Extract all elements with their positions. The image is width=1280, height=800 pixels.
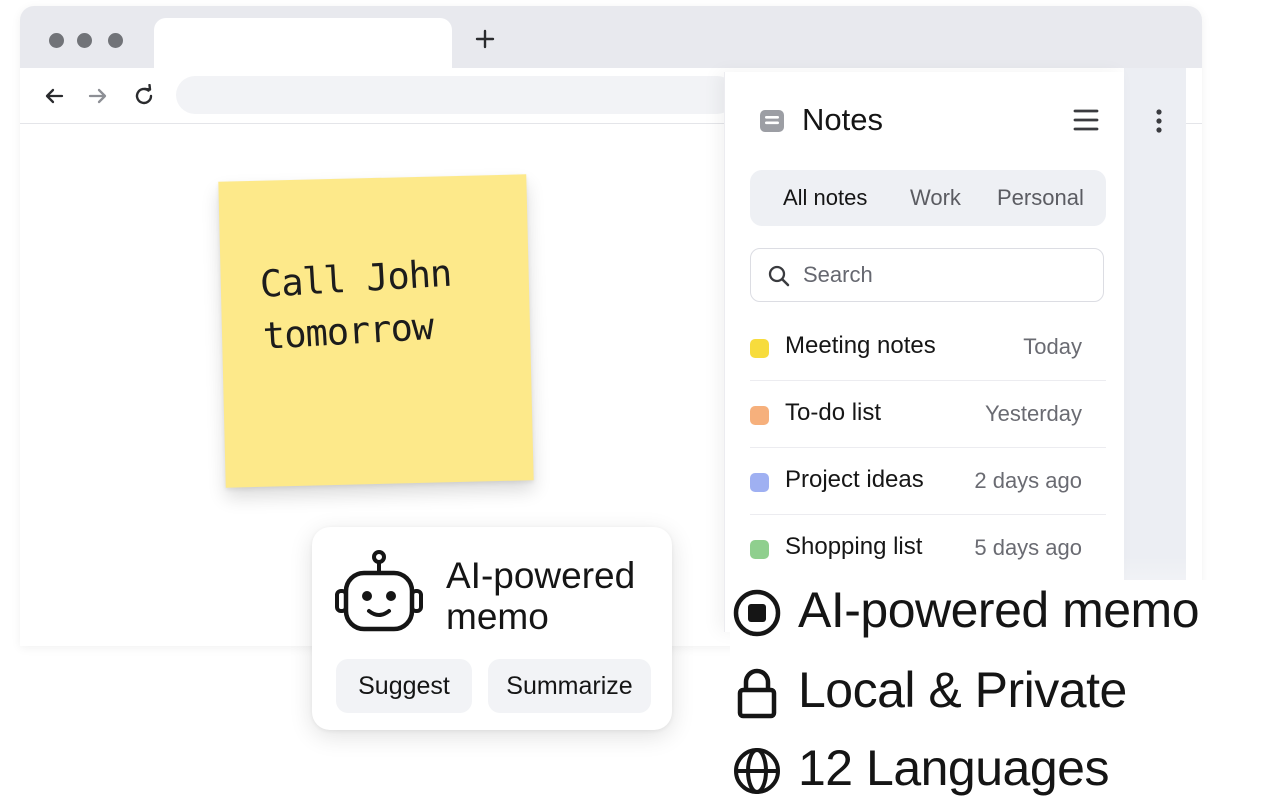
address-bar[interactable] <box>176 76 736 114</box>
note-date: Yesterday <box>984 401 1082 426</box>
tab-personal[interactable]: Personal <box>997 185 1084 211</box>
window-control-dot[interactable] <box>108 33 123 48</box>
forward-button[interactable] <box>84 82 112 110</box>
note-title: Shopping list <box>785 533 923 560</box>
ai-card-title: AI-powered memo <box>446 555 636 637</box>
search-icon <box>768 265 790 287</box>
feature-label: AI-powered memo <box>798 582 1200 638</box>
arrow-left-icon <box>45 88 64 104</box>
sticky-note-text[interactable]: Call John tomorrow <box>258 245 504 363</box>
tab-strip <box>20 6 1202 70</box>
kebab-menu-icon <box>1156 109 1162 133</box>
notes-list: Meeting notes Today To-do list Yesterday… <box>750 314 1106 582</box>
note-color-swatch <box>750 406 769 425</box>
globe-icon <box>734 748 780 794</box>
lock-icon <box>737 668 777 719</box>
window-control-dot[interactable] <box>77 33 92 48</box>
notes-filter-tabs: All notes Work Personal <box>750 170 1106 226</box>
feature-label: Local & Private <box>798 662 1127 718</box>
feature-item: 12 Languages <box>730 738 1270 798</box>
suggest-button[interactable]: Suggest <box>336 659 472 713</box>
browser-side-rail <box>1124 68 1186 646</box>
reload-button[interactable] <box>130 82 158 110</box>
tab-all-notes[interactable]: All notes <box>783 185 867 211</box>
note-title: Meeting notes <box>785 332 936 359</box>
note-date: Today <box>1023 334 1082 359</box>
note-item[interactable]: To-do list Yesterday <box>750 381 1106 448</box>
arrow-right-icon <box>88 88 107 104</box>
search-input[interactable] <box>803 259 1093 291</box>
notes-folder-icon <box>760 110 784 132</box>
reload-icon <box>135 84 153 105</box>
note-color-swatch <box>750 540 769 559</box>
window-control-dot[interactable] <box>49 33 64 48</box>
note-date: 5 days ago <box>974 535 1082 560</box>
feature-label: 12 Languages <box>798 740 1109 796</box>
note-item[interactable]: Meeting notes Today <box>750 314 1106 381</box>
note-color-swatch <box>750 339 769 358</box>
notes-side-panel: Notes All notes Work Personal Meeting no… <box>724 72 1124 632</box>
panel-header: Notes <box>725 98 1124 148</box>
new-tab-button[interactable] <box>470 24 500 54</box>
search-box <box>750 248 1104 302</box>
note-color-swatch <box>750 473 769 492</box>
ai-memo-card: AI-powered memo Suggest Summarize <box>312 527 672 730</box>
feature-list: AI-powered memo Local & Private 12 Langu… <box>730 580 1270 800</box>
browser-tab-active[interactable] <box>154 18 452 70</box>
tab-work[interactable]: Work <box>910 185 961 211</box>
note-item[interactable]: Shopping list 5 days ago <box>750 515 1106 582</box>
browser-menu-button[interactable] <box>1144 106 1174 136</box>
note-item[interactable]: Project ideas 2 days ago <box>750 448 1106 515</box>
note-title: Project ideas <box>785 466 924 493</box>
hamburger-icon <box>1073 109 1099 131</box>
note-title: To-do list <box>785 399 882 426</box>
ai-chip-icon <box>733 589 781 637</box>
panel-menu-button[interactable] <box>1071 105 1101 135</box>
back-button[interactable] <box>40 82 68 110</box>
plus-icon <box>475 29 495 49</box>
feature-item: Local & Private <box>730 660 1270 720</box>
robot-icon <box>335 550 423 632</box>
note-date: 2 days ago <box>974 468 1082 493</box>
summarize-button[interactable]: Summarize <box>488 659 651 713</box>
panel-title: Notes <box>802 102 883 137</box>
feature-item: AI-powered memo <box>730 580 1270 640</box>
sticky-note[interactable]: Call John tomorrow <box>218 174 534 488</box>
